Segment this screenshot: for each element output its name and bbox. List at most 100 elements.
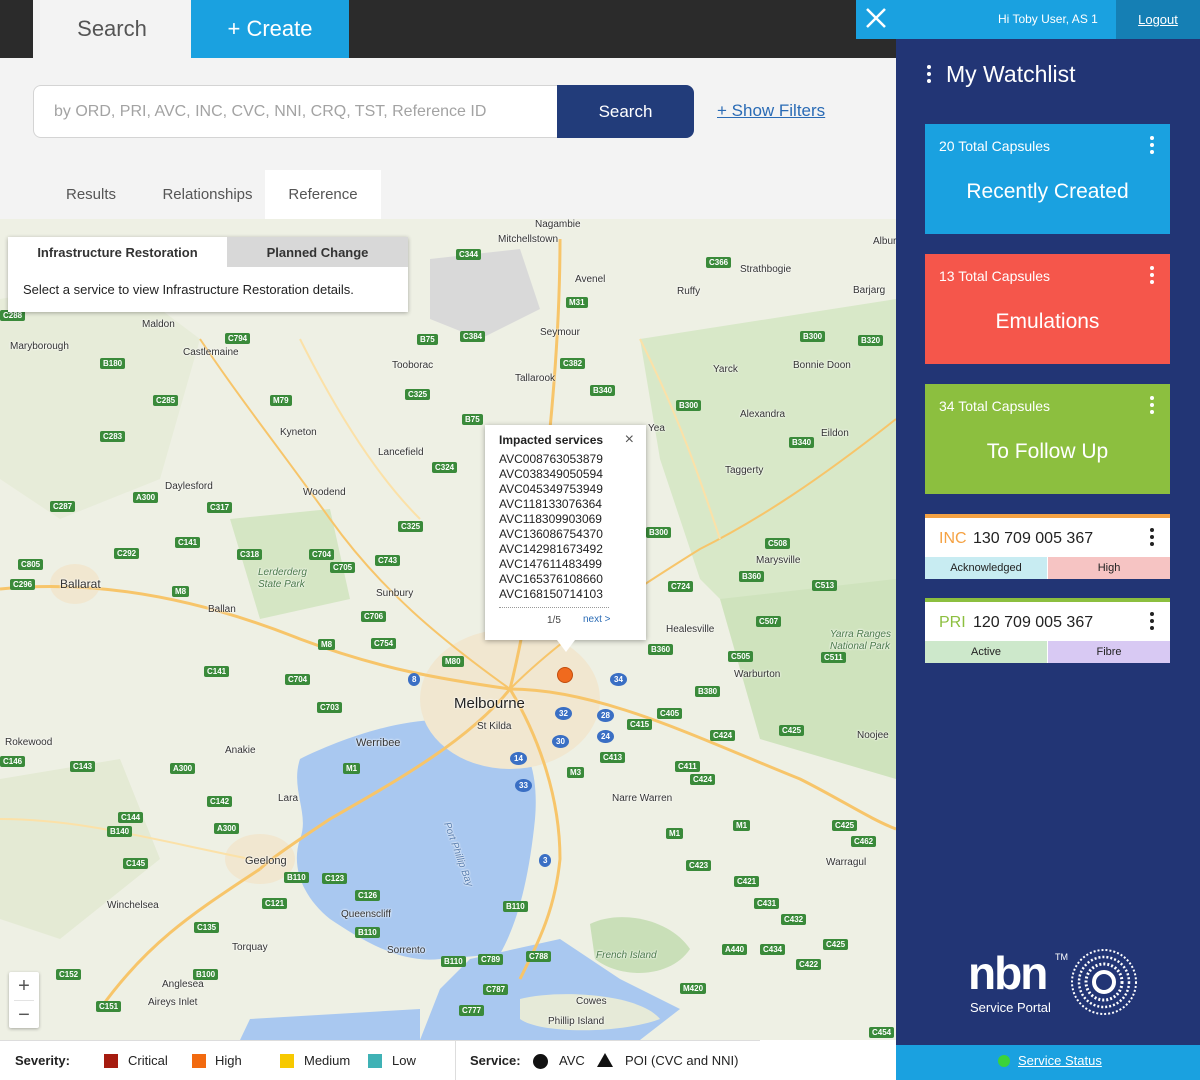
road-shield: B360 — [739, 571, 765, 582]
road-shield: C703 — [317, 702, 343, 713]
service-item[interactable]: AVC038349050594 — [499, 467, 603, 482]
road-shield: 24 — [597, 730, 614, 743]
map-label: Marysville — [756, 555, 801, 566]
road-shield: C152 — [56, 969, 82, 980]
road-shield: C422 — [796, 959, 822, 970]
tab-relationships[interactable]: Relationships — [150, 170, 265, 219]
popup-divider — [499, 607, 609, 608]
road-shield: M1 — [666, 828, 684, 839]
road-shield: C511 — [821, 652, 846, 663]
severity-high: High — [215, 1053, 242, 1068]
service-item[interactable]: AVC136086754370 — [499, 527, 603, 542]
road-shield: C296 — [10, 579, 36, 590]
service-item[interactable]: AVC008763053879 — [499, 452, 603, 467]
map-label: Yea — [648, 423, 665, 434]
map-label: St Kilda — [477, 721, 512, 732]
service-item[interactable]: AVC045349753949 — [499, 482, 603, 497]
road-shield: C318 — [237, 549, 263, 560]
road-shield: A300 — [214, 823, 240, 834]
close-icon[interactable]: × — [625, 431, 634, 449]
service-item[interactable]: AVC142981673492 — [499, 542, 603, 557]
road-shield: C121 — [262, 898, 288, 909]
road-shield: C421 — [734, 876, 760, 887]
kebab-icon[interactable] — [1150, 136, 1154, 157]
infrastructure-panel-message: Select a service to view Infrastructure … — [23, 282, 354, 297]
road-shield: C432 — [781, 914, 807, 925]
capsule-pri[interactable]: PRI 120 709 005 367 Active Fibre — [925, 598, 1170, 663]
map-label: Lara — [278, 793, 299, 804]
road-shield: C788 — [526, 951, 552, 962]
map[interactable]: Nagambie Mitchellstown Avenel Strathbogi… — [0, 219, 896, 1040]
service-item[interactable]: AVC168150714103 — [499, 587, 603, 602]
search-input[interactable] — [33, 85, 563, 138]
map-label: Queenscliff — [341, 909, 391, 920]
map-label: Tallarook — [515, 373, 556, 384]
map-label: Anakie — [225, 745, 256, 756]
map-label: Yarck — [713, 364, 738, 375]
road-shield: C743 — [375, 555, 401, 566]
tab-search[interactable]: Search — [33, 0, 191, 58]
map-label: Warragul — [826, 857, 867, 868]
zoom-out-button[interactable]: − — [9, 1001, 39, 1029]
service-item[interactable]: AVC118309903069 — [499, 512, 603, 527]
road-shield: C283 — [100, 431, 126, 442]
capsule-inc[interactable]: INC 130 709 005 367 Acknowledged High — [925, 514, 1170, 579]
close-icon[interactable] — [864, 6, 888, 30]
service-item[interactable]: AVC147611483499 — [499, 557, 603, 572]
watchlist-card-follow-up[interactable]: 34 Total Capsules To Follow Up — [925, 384, 1170, 494]
road-shield: C123 — [322, 873, 348, 884]
map-label: Noojee — [857, 730, 889, 741]
kebab-icon[interactable] — [1150, 528, 1154, 549]
zoom-in-button[interactable]: + — [9, 972, 39, 1000]
legend-divider — [455, 1041, 456, 1080]
tab-create[interactable]: + Create — [191, 0, 349, 58]
map-label: Bonnie Doon — [793, 360, 851, 371]
search-button[interactable]: Search — [557, 85, 694, 138]
road-shield: C434 — [760, 944, 786, 955]
map-label: Winchelsea — [107, 900, 159, 911]
kebab-icon[interactable] — [1150, 396, 1154, 417]
popup-next-link[interactable]: next > — [583, 614, 611, 625]
map-label: Strathbogie — [740, 264, 792, 275]
map-label: Seymour — [540, 327, 581, 338]
logout-link[interactable]: Logout — [1116, 0, 1200, 39]
road-shield: C151 — [96, 1001, 122, 1012]
tab-planned-change[interactable]: Planned Change — [227, 237, 408, 267]
service-item[interactable]: AVC118133076364 — [499, 497, 603, 512]
kebab-icon[interactable] — [927, 65, 933, 85]
kebab-icon[interactable] — [1150, 612, 1154, 633]
kebab-icon[interactable] — [1150, 266, 1154, 287]
watchlist-card-emulations[interactable]: 13 Total Capsules Emulations — [925, 254, 1170, 364]
map-label: Daylesford — [165, 481, 213, 492]
tab-results[interactable]: Results — [46, 170, 136, 219]
status-badge: Acknowledged — [925, 557, 1047, 579]
road-shield: C366 — [706, 257, 732, 268]
road-shield: C777 — [459, 1005, 485, 1016]
road-shield: C384 — [460, 331, 486, 342]
road-shield: B110 — [355, 927, 380, 938]
road-shield: C507 — [756, 616, 782, 627]
road-shield: M1 — [733, 820, 751, 831]
show-filters-link[interactable]: + Show Filters — [717, 101, 825, 121]
tab-reference[interactable]: Reference — [265, 170, 381, 219]
capsule-number: 120 709 005 367 — [973, 614, 1094, 631]
tab-infrastructure-restoration[interactable]: Infrastructure Restoration — [8, 237, 227, 267]
map-label: Nagambie — [535, 219, 581, 230]
road-shield: 28 — [597, 709, 614, 722]
service-status-link[interactable]: Service Status — [1018, 1053, 1102, 1068]
road-shield: B110 — [284, 872, 309, 883]
road-shield: A300 — [170, 763, 196, 774]
status-indicator-icon — [998, 1055, 1010, 1067]
map-label: Rokewood — [5, 737, 53, 748]
road-shield: B320 — [858, 335, 884, 346]
road-shield: B75 — [417, 334, 438, 345]
road-shield: B180 — [100, 358, 126, 369]
service-item[interactable]: AVC165376108660 — [499, 572, 603, 587]
capsule-accent-bar — [925, 514, 1170, 518]
road-shield: C704 — [285, 674, 311, 685]
low-swatch — [368, 1054, 382, 1068]
road-shield: C505 — [728, 651, 754, 662]
road-shield: C411 — [675, 761, 700, 772]
watchlist-card-recently-created[interactable]: 20 Total Capsules Recently Created — [925, 124, 1170, 234]
service-marker[interactable] — [557, 667, 573, 683]
